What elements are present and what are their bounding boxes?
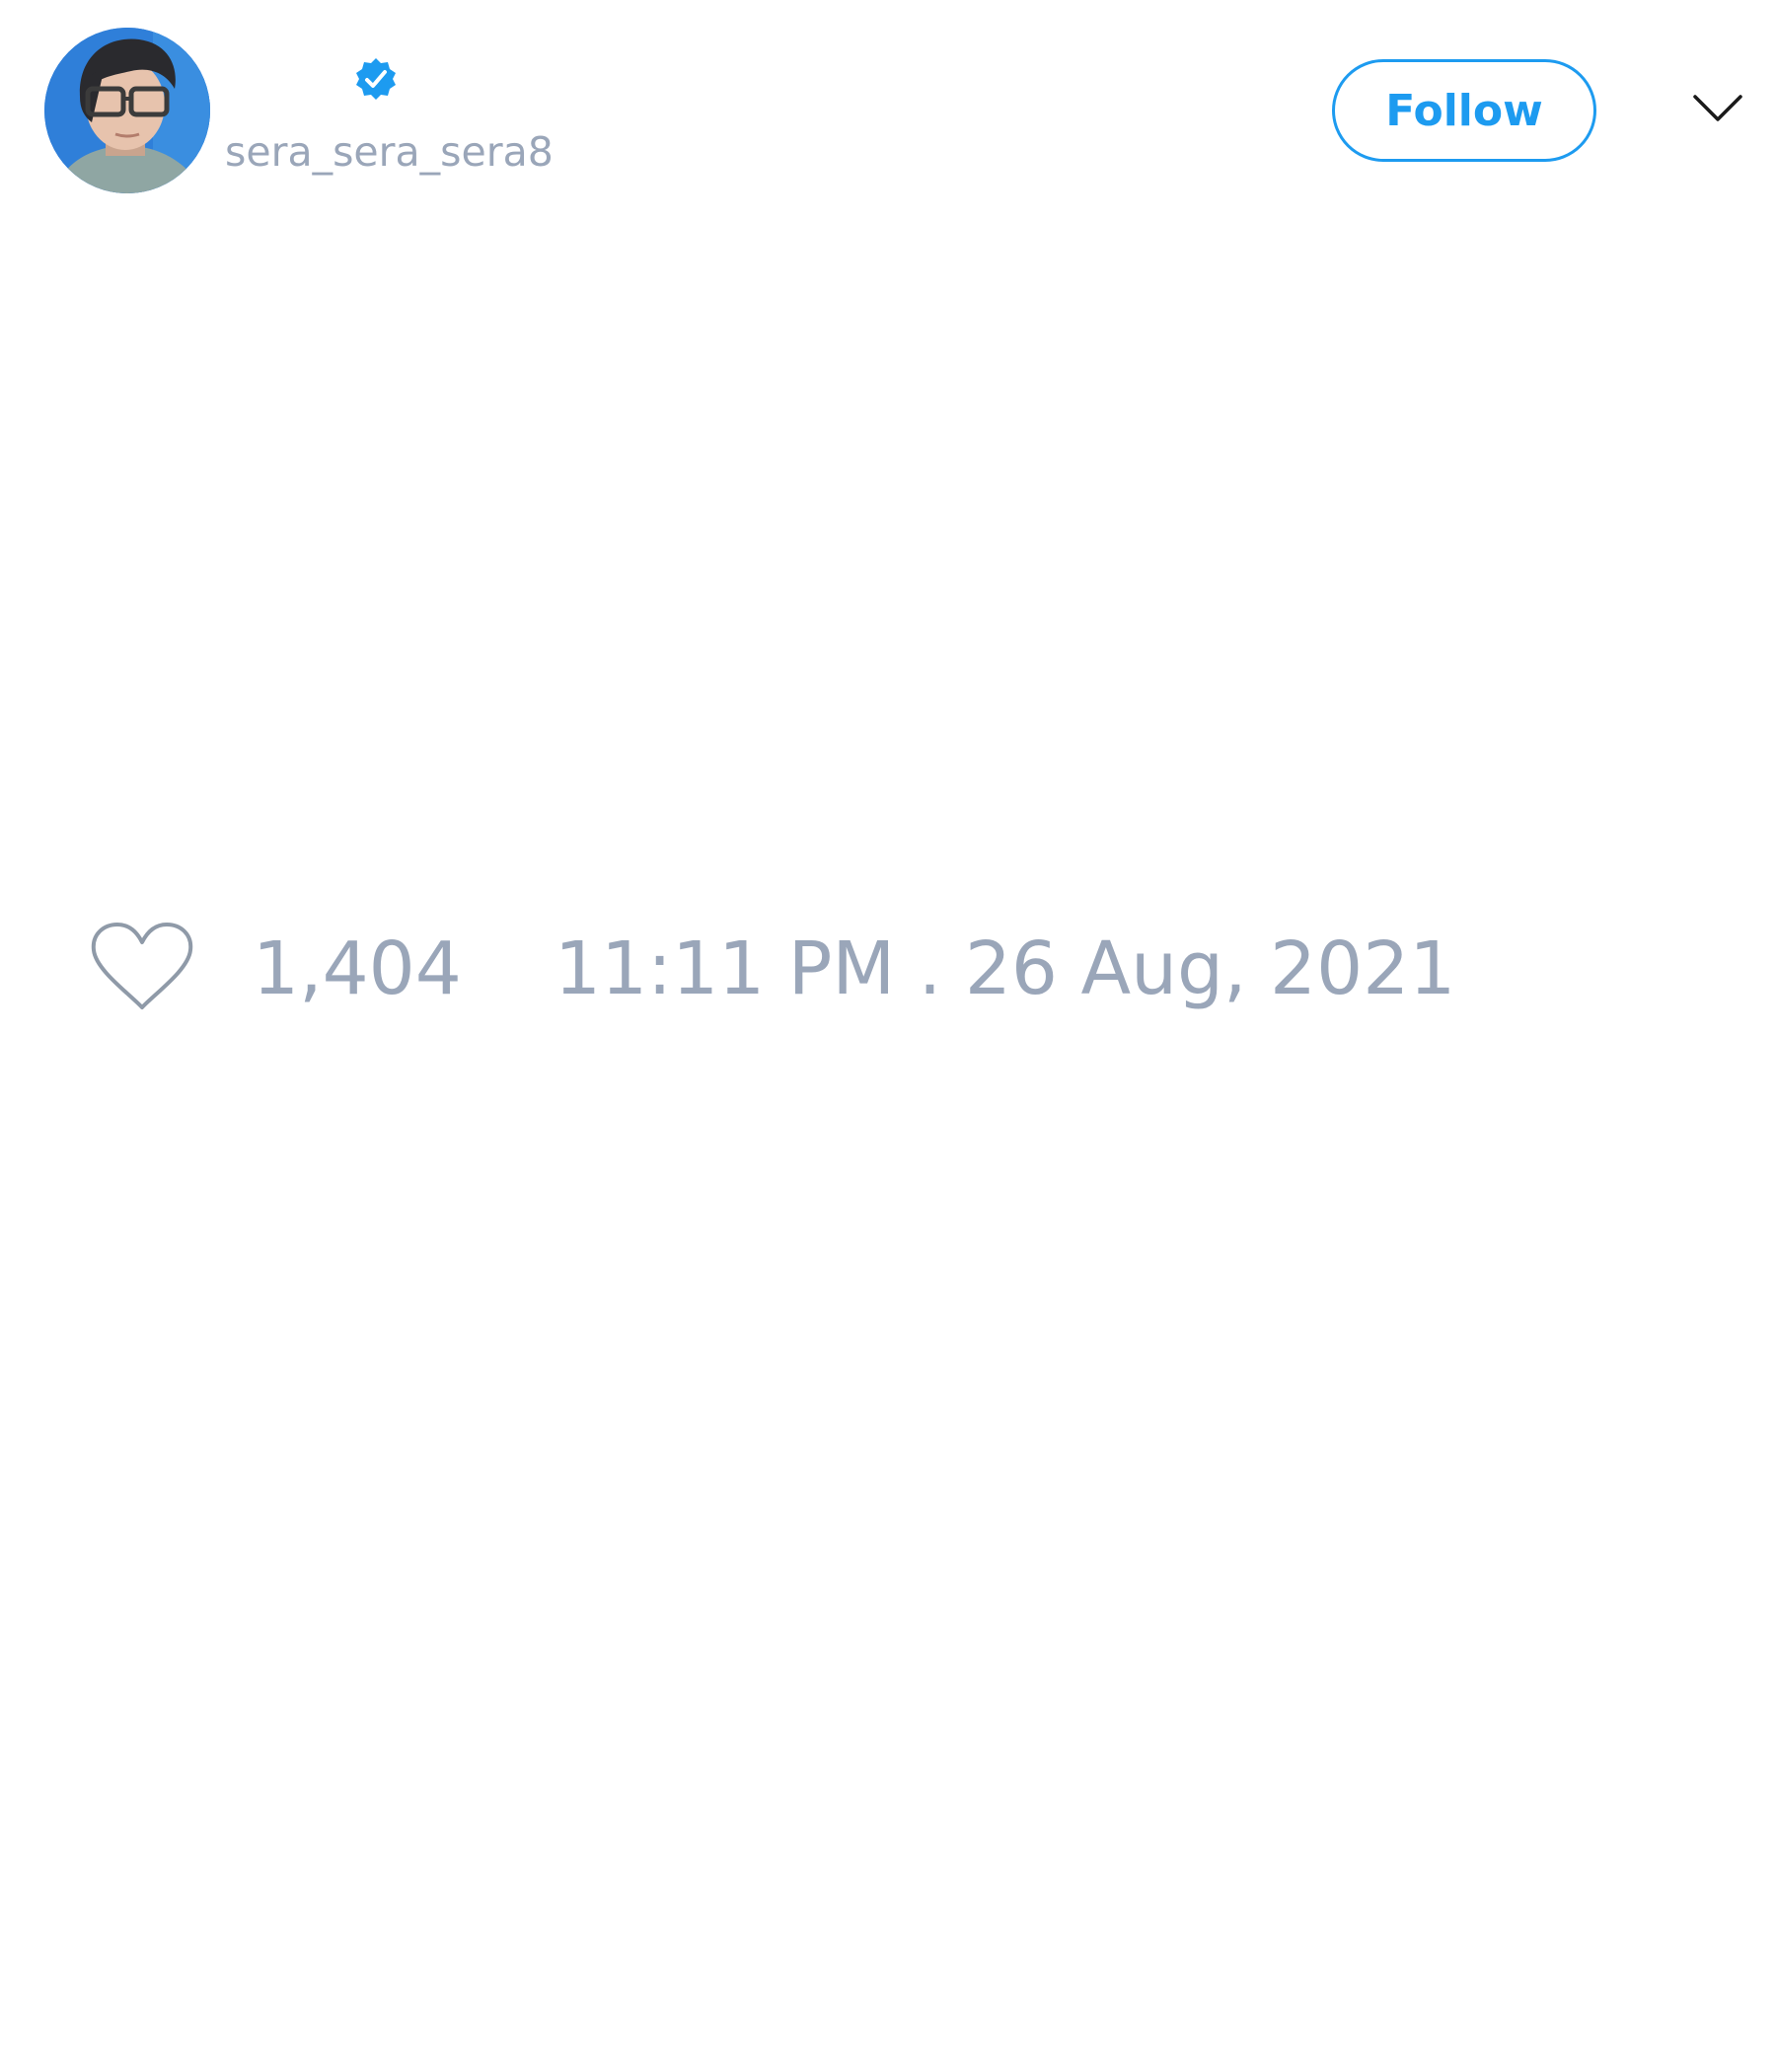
- chevron-down-icon[interactable]: [1692, 92, 1743, 125]
- author-handle[interactable]: sera_sera_sera8: [225, 123, 554, 181]
- like-count: 1,404: [253, 926, 462, 1011]
- follow-button[interactable]: Follow: [1332, 59, 1596, 162]
- verified-badge-icon: [356, 58, 396, 100]
- heart-icon[interactable]: [90, 921, 194, 1013]
- avatar-photo-icon: [44, 28, 210, 193]
- author-avatar[interactable]: [44, 28, 210, 193]
- tweet-card: sera_sera_sera8 Follow 1,404 11:11 PM . …: [0, 0, 1776, 2072]
- tweet-timestamp[interactable]: 11:11 PM . 26 Aug, 2021: [555, 927, 1455, 1010]
